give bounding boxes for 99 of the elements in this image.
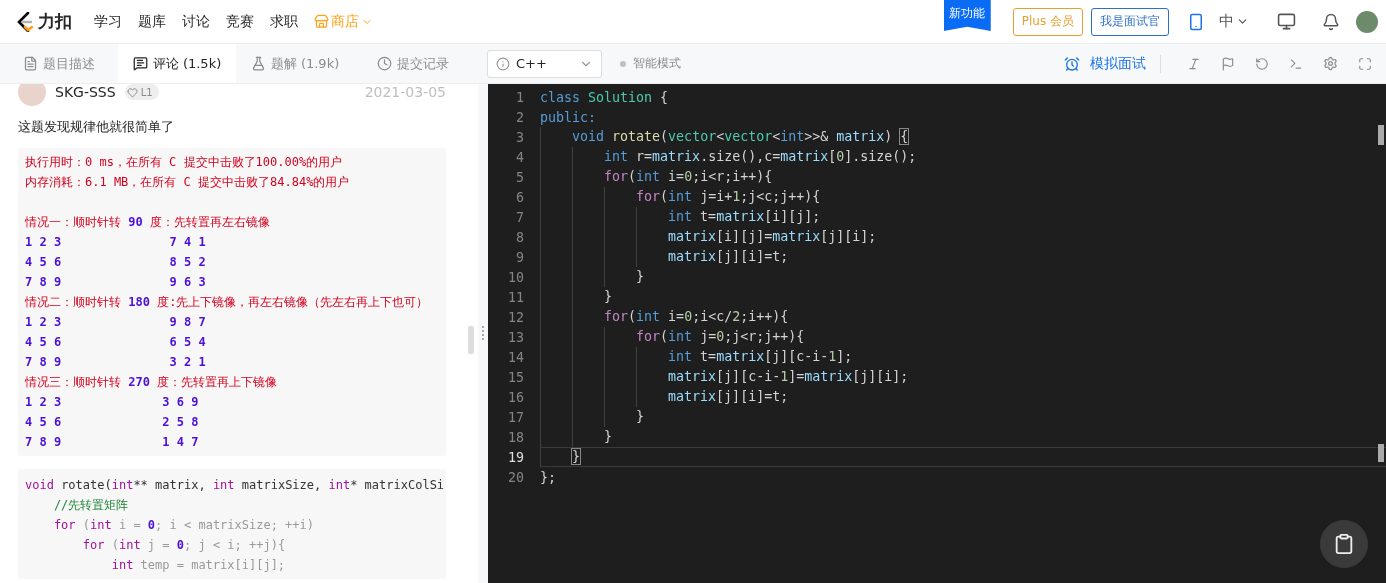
info-icon[interactable] [1187,56,1201,71]
code-line: for(int i=0;i<r;i++){ [540,167,773,187]
code-line: 1 2 3 3 6 9 [25,394,200,411]
code-line: 情况一：顺时针转 90 度：先转置再左右镜像 [25,214,271,231]
scroll-marker [1378,444,1384,462]
line-number: 14 [507,349,524,365]
code-line: for(int i=0;i<c/2;i++){ [540,307,789,327]
nav-link[interactable]: 竞赛 [226,12,254,31]
code-line: 4 5 6 8 5 2 [25,254,207,271]
level-badge: L1 [124,84,159,100]
nav-link[interactable]: 学习 [94,12,122,31]
logo-text[interactable]: 力扣 [38,10,72,33]
code-line: } [540,267,645,287]
language-select[interactable]: C++ [487,49,602,78]
user-avatar [18,84,46,106]
flag-icon[interactable] [1221,56,1235,71]
code-line: 内存消耗：6.1 MB，在所有 C 提交中击败了84.84%的用户 [25,174,351,191]
heart-icon [126,86,138,98]
new-feature-ribbon[interactable]: 新功能 [943,0,991,31]
code-line: 7 8 9 3 2 1 [25,354,207,371]
code-line: int t=matrix[j][c-i-1]; [540,347,853,367]
code-line: int r=matrix.size(),c=matrix[0].size(); [540,147,917,167]
code-line: matrix[j][i]=t; [540,247,789,267]
scrollbar-thumb[interactable] [468,326,474,354]
line-number: 18 [507,429,524,445]
line-number: 12 [507,309,524,325]
code-line: 4 5 6 6 5 4 [25,334,207,351]
code-line: void rotate(vector<vector<int>>& matrix) { [540,127,909,147]
line-number: 9 [515,249,524,265]
line-number: 13 [507,329,524,345]
code-line: for (int j = 0; j < i; ++j){ [81,537,287,554]
info-icon [496,56,510,71]
line-number: 10 [507,269,524,285]
code-line: for (int i = 0; i < matrixSize; ++i) [52,517,316,534]
monitor-icon[interactable] [1277,12,1296,31]
line-number: 19 [507,449,524,465]
code-line: 4 5 6 2 5 8 [25,414,200,431]
line-number: 1 [515,89,524,105]
line-number: 8 [515,229,524,245]
code-line: 执行用时：0 ms，在所有 C 提交中击败了100.00%的用户 [25,154,344,171]
phone-icon[interactable] [1187,12,1205,31]
code-line: 情况三：顺时针转 270 度：先转置再上下镜像 [25,374,279,391]
clipboard-icon [1333,533,1355,555]
line-number: 4 [515,149,524,165]
line-number: 15 [507,369,524,385]
nav-link[interactable]: 讨论 [182,12,210,31]
code-line: } [540,407,645,427]
code-line: 7 8 9 9 6 3 [25,274,207,291]
code-line: } [540,427,613,447]
code-line: public: [540,109,597,125]
terminal-icon[interactable] [1289,56,1303,71]
mock-interview-button[interactable]: 模拟面试 [1064,54,1161,73]
code-line: matrix[i][j]=matrix[j][i]; [540,227,877,247]
code-line: 情况二：顺时针转 180 度:先上下镜像，再左右镜像（先左右再上下也可） [25,294,430,311]
line-number: 7 [515,209,524,225]
nav-link[interactable]: 题库 [138,12,166,31]
code-line: //先转置矩阵 [52,497,130,514]
line-number: 16 [507,389,524,405]
code-line: } [540,287,613,307]
code-line: matrix[j][i]=t; [540,387,789,407]
code-line: }; [540,469,556,485]
tab[interactable]: 评论 (1.5k) [118,44,236,83]
interviewer-button[interactable]: 我是面试官 [1091,7,1169,36]
store-icon [314,14,329,29]
code-line: for(int j=0;j<r;j++){ [540,327,805,347]
line-number: 5 [515,169,524,185]
code-line: class Solution { [540,89,669,105]
logo-icon [16,11,34,32]
language-switch[interactable]: 中 [1219,12,1249,31]
line-number: 3 [515,129,524,145]
comment-text: 这题发现规律他就很简单了 [18,119,175,136]
avatar[interactable] [1356,10,1378,33]
scroll-marker [1378,125,1384,145]
bell-icon[interactable] [1322,12,1340,31]
tab-icon [132,56,148,71]
line-number: 11 [507,289,524,305]
code-line: 7 8 9 1 4 7 [25,434,200,451]
code-line: for(int j=i+1;j<c;j++){ [540,187,821,207]
comment-date: 2021-03-05 [364,84,446,100]
fullscreen-icon[interactable] [1358,56,1372,71]
reset-icon[interactable] [1255,56,1269,71]
line-number: 6 [515,189,524,205]
alarm-clock-icon [1064,55,1080,72]
line-number: 2 [515,109,524,125]
code-line: } [540,447,581,467]
tab-icon [23,56,38,71]
code-line: int temp = matrix[i][j]; [110,557,287,574]
floating-button[interactable] [1320,520,1368,568]
tab-icon [377,56,392,71]
line-number: 20 [507,469,524,485]
code-line: matrix[j][c-i-1]=matrix[j][i]; [540,367,909,387]
line-number: 17 [507,409,524,425]
code-line: int t=matrix[i][j]; [540,207,821,227]
author-name[interactable]: SKG-SSS [55,84,116,100]
tab-icon [250,56,266,71]
nav-link[interactable]: 求职 [270,12,298,31]
code-line: 1 2 3 9 8 7 [25,314,207,331]
code-line: 1 2 3 7 4 1 [25,234,207,251]
settings-icon[interactable] [1323,56,1338,71]
